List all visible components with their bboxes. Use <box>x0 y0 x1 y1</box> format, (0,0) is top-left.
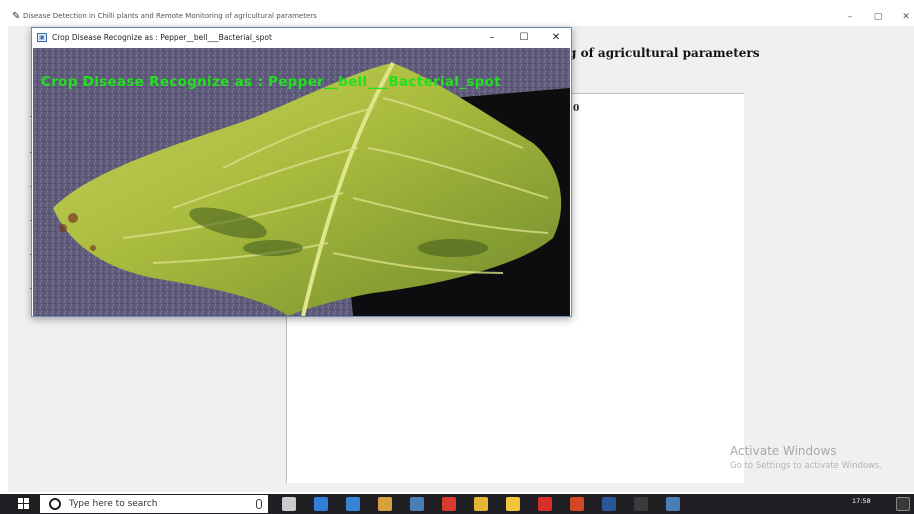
close-button[interactable]: ✕ <box>898 10 914 24</box>
acrobat-icon[interactable] <box>538 497 552 511</box>
clock-time[interactable]: 17:58 <box>852 497 871 505</box>
canvas-value-text: 0 <box>573 104 580 114</box>
windows-taskbar: Type here to search 17:58 <box>0 494 914 514</box>
activate-windows-subtitle: Go to Settings to activate Windows. <box>730 461 883 471</box>
maximize-button[interactable]: ▢ <box>870 10 886 24</box>
store-icon[interactable] <box>378 497 392 511</box>
activate-windows-title: Activate Windows <box>730 444 837 458</box>
app-window-icon: ▣ <box>37 33 47 42</box>
popup-close-button[interactable]: ✕ <box>548 31 564 45</box>
main-window-title: Disease Detection in Chilli plants and R… <box>23 12 317 20</box>
feather-icon: ✎ <box>12 11 21 22</box>
page-heading: g of agricultural parameters <box>568 46 760 60</box>
minimize-button[interactable]: – <box>842 10 858 24</box>
prediction-overlay-text: Crop Disease Recognize as : Pepper__bell… <box>41 74 501 90</box>
task-view-icon[interactable] <box>282 497 296 511</box>
edge-icon[interactable] <box>314 497 328 511</box>
cortana-icon <box>49 498 61 510</box>
start-button[interactable] <box>18 498 30 510</box>
terminal-icon[interactable] <box>634 497 648 511</box>
leaf-image: Crop Disease Recognize as : Pepper__bell… <box>33 48 570 316</box>
desktop-screen: ✎ Disease Detection in Chilli plants and… <box>0 0 914 514</box>
red-app-icon[interactable] <box>442 497 456 511</box>
notification-icon[interactable] <box>896 497 910 511</box>
popup-maximize-button[interactable]: ☐ <box>516 31 532 45</box>
popup-minimize-button[interactable]: – <box>484 31 500 45</box>
python-idle-icon[interactable] <box>666 497 680 511</box>
microphone-icon[interactable] <box>256 499 262 509</box>
chrome-icon[interactable] <box>474 497 488 511</box>
popup-title-bar[interactable]: ▣ Crop Disease Recognize as : Pepper__be… <box>32 28 571 48</box>
file-explorer-icon[interactable] <box>506 497 520 511</box>
python-icon[interactable] <box>410 497 424 511</box>
taskbar-search[interactable]: Type here to search <box>40 495 268 513</box>
powerpoint-icon[interactable] <box>570 497 584 511</box>
search-placeholder: Type here to search <box>69 499 158 509</box>
popup-title: Crop Disease Recognize as : Pepper__bell… <box>52 33 272 42</box>
mail-icon[interactable] <box>346 497 360 511</box>
disease-result-window: ▣ Crop Disease Recognize as : Pepper__be… <box>31 27 572 317</box>
main-title-bar[interactable]: ✎ Disease Detection in Chilli plants and… <box>8 8 914 26</box>
word-icon[interactable] <box>602 497 616 511</box>
